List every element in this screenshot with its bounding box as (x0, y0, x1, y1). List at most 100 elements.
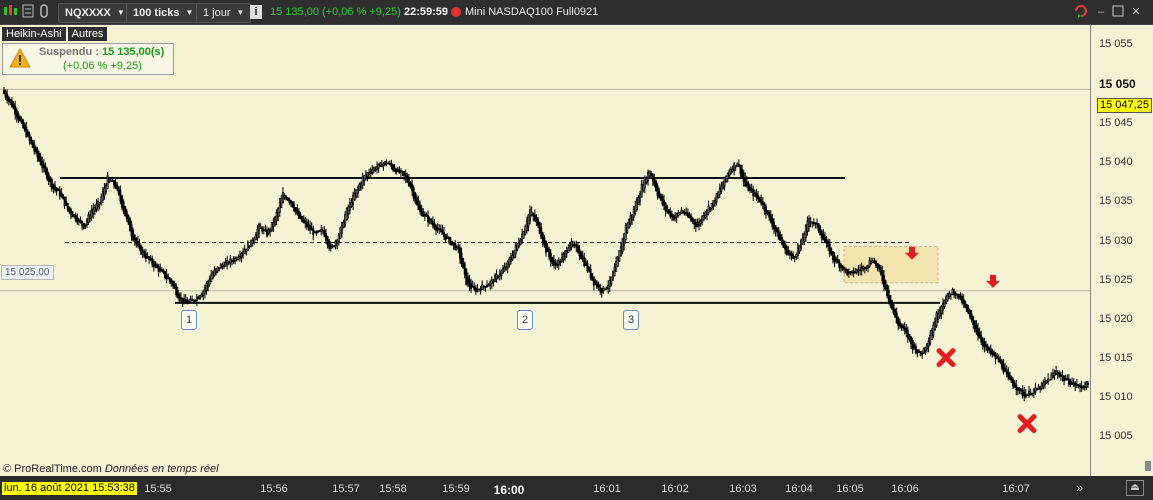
candle-body (113, 180, 115, 186)
time-axis[interactable]: lun. 16 août 2021 15:53:38 15:55 15:56 1… (0, 476, 1153, 500)
candle-body (997, 357, 1000, 363)
candle-body (910, 336, 913, 345)
price-label: 15 045 (1099, 117, 1133, 129)
candle-body (399, 170, 402, 173)
candle-body (320, 229, 323, 232)
candle-body (231, 260, 233, 262)
candle-body (495, 274, 498, 279)
eject-icon[interactable]: ⏏ (1126, 480, 1144, 496)
candle-body (930, 330, 933, 341)
candle-body (1032, 389, 1035, 394)
tab-autres[interactable]: Autres (67, 27, 108, 41)
candle-body (765, 206, 767, 215)
candle-body (31, 139, 34, 149)
candle-body (699, 220, 702, 225)
candle-body (454, 243, 457, 250)
candle-body (242, 251, 245, 256)
candle-body (1061, 375, 1064, 378)
candle-body (1018, 388, 1021, 390)
candle-body (130, 224, 133, 237)
candle-body (500, 270, 503, 276)
candle-body (253, 237, 256, 243)
candle-body (12, 103, 15, 109)
candle-body (683, 211, 686, 215)
candle-body (374, 168, 377, 171)
candle-body (1044, 380, 1046, 386)
marker-1[interactable]: 1 (181, 310, 197, 330)
link-icon[interactable] (36, 3, 52, 21)
symbol-dropdown[interactable]: NQXXXX ▼ (58, 3, 132, 23)
close-icon[interactable]: ✕ (1128, 3, 1144, 21)
candle-body (42, 163, 45, 169)
candle-body (33, 143, 36, 152)
candle-body (254, 234, 257, 241)
candle-body (1037, 386, 1040, 390)
candle-body (256, 228, 259, 238)
candle-body (838, 260, 841, 268)
candle-body (632, 208, 635, 218)
candle-body (750, 188, 753, 192)
period-dropdown[interactable]: 1 jour ▼ (196, 3, 252, 23)
left-price-tag: 15 025,00 (1, 265, 54, 280)
interval-dropdown[interactable]: 100 ticks ▼ (126, 3, 201, 23)
candle-body (886, 284, 889, 297)
candle-body (492, 281, 495, 283)
refresh-icon[interactable] (1073, 3, 1089, 21)
candle-body (688, 214, 691, 219)
candle-body (1040, 383, 1043, 389)
info-icon[interactable]: i (250, 5, 262, 19)
candle-body (164, 271, 166, 278)
candle-body (462, 257, 465, 269)
scroll-handle[interactable] (1145, 461, 1151, 471)
candle-body (972, 316, 975, 325)
candle-body (835, 258, 838, 261)
candle-body (41, 160, 44, 169)
candle-body (388, 162, 391, 165)
marker-2[interactable]: 2 (517, 310, 533, 330)
cross-icon (936, 348, 956, 368)
candle-body (709, 207, 712, 210)
candle-body (650, 173, 653, 176)
candle-body (825, 239, 828, 245)
candle-body (350, 202, 353, 207)
candle-body (124, 206, 127, 217)
candle-body (20, 118, 23, 123)
candle-body (798, 244, 801, 253)
candle-body (859, 269, 861, 272)
candle-body (698, 221, 700, 226)
candle-body (246, 243, 249, 251)
marker-3[interactable]: 3 (623, 310, 639, 330)
settings-icon[interactable] (20, 3, 36, 21)
candle-body (262, 229, 265, 232)
candle-body (1077, 384, 1080, 387)
candle-body (293, 203, 296, 211)
alert-box[interactable]: Suspendu : 15 135,00(s) (+0,06 % +9,25) (2, 43, 174, 75)
candle-body (136, 240, 139, 246)
tab-heikin-ashi[interactable]: Heikin-Ashi (2, 27, 66, 41)
candle-body (656, 185, 659, 197)
alert-status: Suspendu : 15 135,00(s) (39, 46, 164, 58)
price-axis[interactable]: 15 055 15 050 15 045 15 040 15 035 15 03… (1090, 25, 1153, 476)
scroll-right-icon[interactable]: » (1076, 480, 1083, 495)
candle-body (702, 215, 705, 220)
candle-body (624, 224, 627, 240)
candle-body (176, 289, 179, 299)
minimize-icon[interactable]: – (1093, 3, 1109, 21)
chart-area[interactable]: Heikin-Ashi Autres Suspendu : 15 135,00(… (0, 25, 1090, 476)
candle-body (855, 269, 858, 273)
candle-body (398, 169, 401, 173)
candlestick-icon[interactable] (2, 3, 18, 21)
candle-body (895, 312, 898, 324)
candle-body (889, 294, 892, 306)
candle-body (1008, 374, 1011, 380)
candle-body (97, 201, 100, 208)
candle-body (503, 266, 506, 272)
candle-body (369, 171, 372, 175)
candle-body (494, 275, 496, 282)
candle-body (92, 208, 95, 215)
candle-body (502, 268, 504, 274)
candle-body (50, 179, 53, 189)
candle-body (74, 214, 77, 221)
candle-body (780, 237, 783, 245)
maximize-icon[interactable] (1110, 3, 1126, 21)
